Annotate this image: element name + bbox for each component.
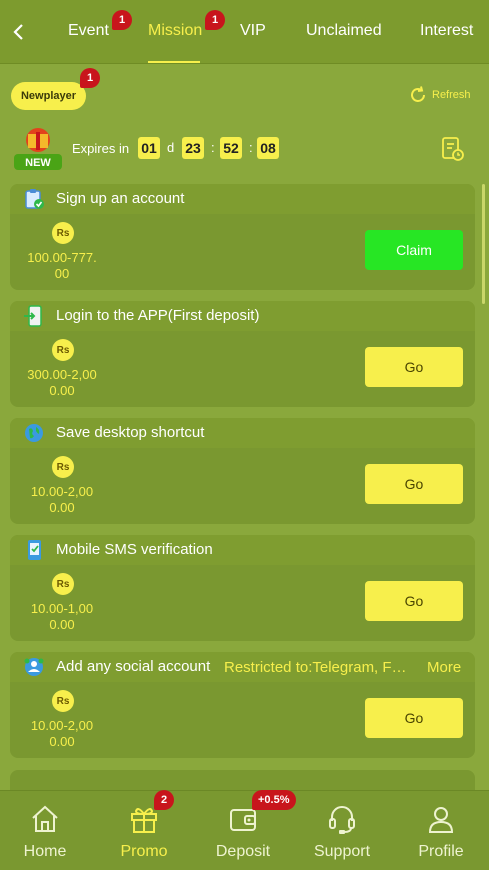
sms-phone-icon [28,540,41,560]
nav-deposit[interactable]: Deposit [203,803,283,865]
tab-vip[interactable]: VIP [240,22,266,46]
tab-mission-badge: 1 [205,10,225,30]
tab-vip-label: VIP [240,22,266,39]
tab-mission[interactable]: Mission [148,22,202,46]
more-link[interactable]: More [427,659,461,676]
new-tag-text: NEW [25,157,51,169]
mission-title: Save desktop shortcut [56,424,205,441]
rupee-coin-icon: Rs [52,573,74,595]
home-icon [32,805,58,832]
mission-card: Save desktop shortcut Rs 10.00-2,00 0.00… [10,418,475,524]
reward-amount-line2: 0.00 [49,617,75,632]
tab-event-badge: 1 [112,10,132,30]
mission-title: Sign up an account [56,190,185,207]
timer-minutes: 52 [220,137,242,159]
refresh-button[interactable]: Refresh [408,84,471,106]
timer-day-unit: d [167,140,175,155]
mission-card: Mobile SMS verification Rs 10.00-1,00 0.… [10,535,475,641]
nav-profile-label: Profile [418,843,464,860]
nav-support-label: Support [313,843,371,860]
nav-support[interactable]: Support [302,803,382,865]
scrollbar[interactable] [482,184,485,304]
reward-amount-line2: 0.00 [49,383,75,398]
go-button[interactable]: Go [365,347,463,387]
mission-card-header: Sign up an account [10,184,475,214]
tab-event-label: Event [68,22,109,39]
rupee-coin-icon: Rs [52,339,74,361]
rupee-coin-icon: Rs [52,456,74,478]
reward-amount-line1: 300.00-2,00 [27,367,97,382]
reward-amount: 10.00-1,00 0.00 [18,601,106,633]
globe-icon [25,424,43,442]
nav-deposit-label: Deposit [215,843,271,860]
mission-card-header: Login to the APP(First deposit) [10,301,475,331]
timer-days: 01 [138,137,160,159]
mission-title: Add any social account [56,658,211,675]
timer-sep-1: : [211,140,215,155]
new-gift-icon: NEW [14,128,62,170]
reward-amount-line1: 100.00-777. [27,250,97,265]
expires-row: NEW Expires in 01 d 23 : 52 : 08 [10,126,480,172]
active-tab-indicator [148,61,200,63]
mission-card-header: Save desktop shortcut [10,418,475,448]
bottom-nav: Home Promo Deposit Support Profile [0,790,489,870]
refresh-label: Refresh [432,89,471,101]
go-button[interactable]: Go [365,464,463,504]
claim-button[interactable]: Claim [365,230,463,270]
clipboard-icon [25,189,44,209]
tab-event[interactable]: Event [68,22,109,46]
tab-interest-label: Interest [420,22,474,39]
nav-promo-label: Promo [120,843,168,860]
nav-deposit-badge: +0.5% [252,790,296,810]
tab-mission-label: Mission [148,22,203,39]
reward-amount: 100.00-777. 00 [18,250,106,282]
back-button[interactable] [6,18,30,46]
reward-amount: 10.00-2,00 0.00 [18,484,106,516]
chevron-left-icon [13,24,23,40]
refresh-icon [411,86,425,102]
go-button[interactable]: Go [365,698,463,738]
newplayer-filter-button[interactable]: Newplayer [11,82,86,110]
tab-unclaimed-label: Unclaimed [306,22,382,39]
timer-sep-2: : [249,140,253,155]
mission-card-header: Mobile SMS verification [10,535,475,565]
tab-unclaimed[interactable]: Unclaimed [306,22,382,46]
newplayer-badge: 1 [80,68,100,88]
go-button[interactable]: Go [365,581,463,621]
expires-label: Expires in [72,141,130,156]
mission-card-header: Add any social account Restricted to:Tel… [10,652,475,682]
history-icon[interactable] [440,136,466,162]
mission-title: Mobile SMS verification [56,541,213,558]
social-account-icon [24,658,44,676]
mission-card: Add any social account Restricted to:Tel… [10,652,475,758]
rupee-coin-icon: Rs [52,222,74,244]
reward-amount-line2: 00 [54,266,70,281]
timer-hours: 23 [182,137,204,159]
mission-card: Login to the APP(First deposit) Rs 300.0… [10,301,475,407]
nav-promo[interactable]: Promo [104,803,184,865]
nav-profile[interactable]: Profile [401,803,481,865]
headset-icon [329,806,355,834]
reward-amount: 10.00-2,00 0.00 [18,718,106,750]
reward-amount-line1: 10.00-2,00 [30,484,94,499]
top-tab-bar: Event 1 Mission 1 VIP Unclaimed Interest [0,0,489,64]
nav-home-label: Home [23,843,67,860]
mission-title: Login to the APP(First deposit) [56,307,260,324]
nav-home[interactable]: Home [5,803,85,865]
restriction-text: Restricted to:Telegram, F… [224,659,407,676]
reward-amount-line2: 0.00 [49,500,75,515]
timer-seconds: 08 [257,137,279,159]
nav-promo-badge: 2 [154,790,174,810]
phone-login-icon [24,305,42,327]
reward-amount: 300.00-2,00 0.00 [18,367,106,399]
tab-interest[interactable]: Interest [420,22,473,46]
reward-amount-line2: 0.00 [49,734,75,749]
reward-amount-line1: 10.00-1,00 [30,601,94,616]
user-icon [428,807,454,833]
mission-card: Sign up an account Rs 100.00-777. 00 Cla… [10,184,475,290]
rupee-coin-icon: Rs [52,690,74,712]
reward-amount-line1: 10.00-2,00 [30,718,94,733]
